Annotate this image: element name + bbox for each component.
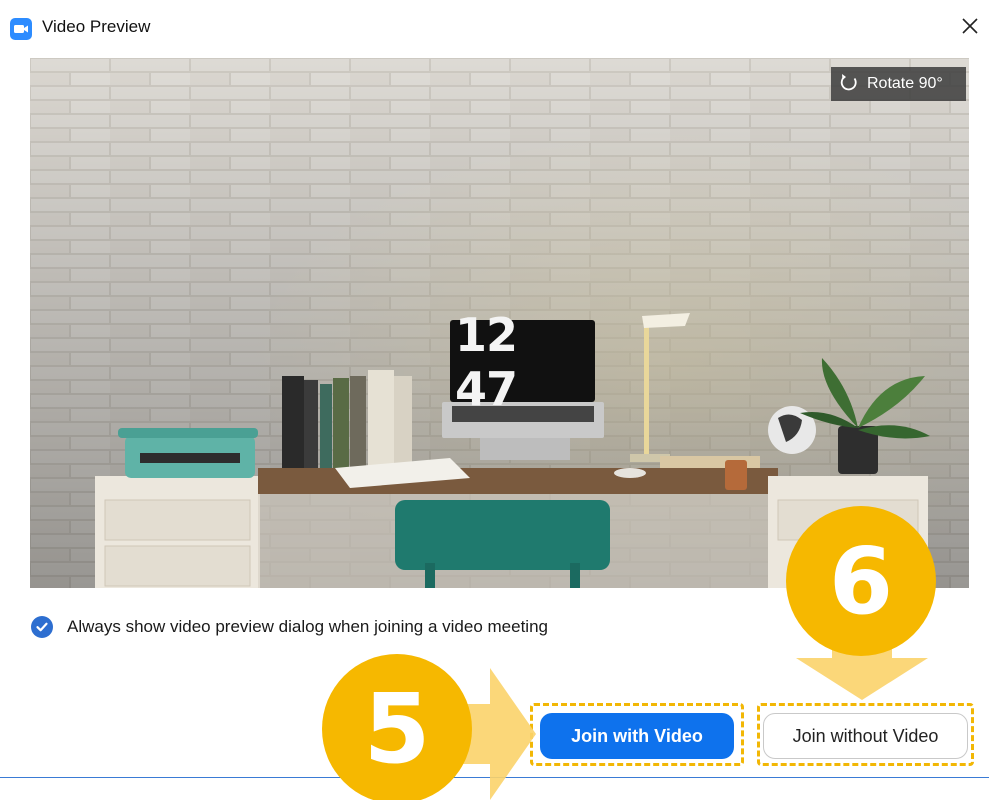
rotate-90-button[interactable]: Rotate 90° [831,67,966,101]
always-show-preview-label: Always show video preview dialog when jo… [67,617,548,636]
video-preview: 12 47 Rotate 90° [30,58,969,588]
highlight-join-without-video [757,703,974,766]
always-show-preview-option: Always show video preview dialog when jo… [31,614,548,640]
highlight-join-with-video [530,703,744,766]
laptop-clock-display: 12 47 [455,308,518,416]
checkmark-icon [36,622,48,632]
title-bar: Video Preview [0,0,989,52]
step-six-badge: 6 [786,506,936,656]
rotate-90-label: Rotate 90° [867,75,943,92]
always-show-preview-checkbox[interactable] [31,616,53,638]
window-title: Video Preview [42,17,151,36]
close-icon[interactable] [958,14,982,38]
zoom-app-icon [10,18,32,40]
rotate-icon [839,72,859,97]
step-five-badge: 5 [322,654,472,800]
